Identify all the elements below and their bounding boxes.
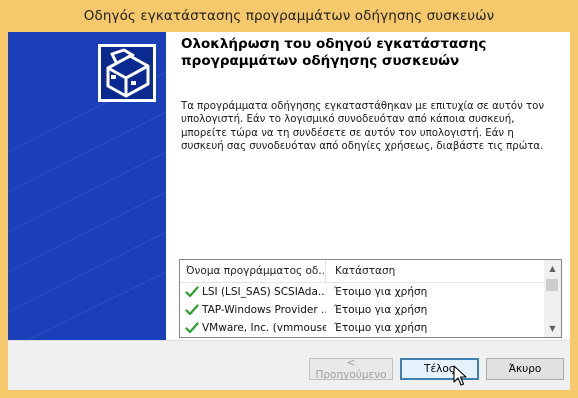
finish-button[interactable]: Τέλος [400, 358, 479, 380]
driver-name: TAP-Windows Provider ... [202, 304, 326, 316]
mouse-cursor-icon [453, 365, 467, 386]
column-header-driver-name[interactable]: Όνομα προγράμματος οδ... [180, 260, 326, 282]
driver-status: Έτοιμο για χρήση [334, 322, 428, 334]
driver-name: VMware, Inc. (vmmouse)... [202, 322, 326, 334]
driver-list[interactable]: Όνομα προγράμματος οδ... Κατάσταση LSI (… [179, 259, 562, 338]
column-header-status[interactable]: Κατάσταση [326, 260, 395, 282]
driver-status: Έτοιμο για χρήση [334, 286, 428, 298]
list-header: Όνομα προγράμματος οδ... Κατάσταση [180, 260, 544, 283]
scroll-down-arrow-icon[interactable]: ▼ [544, 320, 561, 337]
list-item[interactable]: TAP-Windows Provider ... Έτοιμο για χρήσ… [180, 301, 544, 319]
page-heading: Ολοκλήρωση του οδηγού εγκατάστασης προγρ… [181, 36, 487, 69]
driver-name: LSI (LSI_SAS) SCSIAda... [202, 286, 326, 298]
vertical-scrollbar[interactable]: ▲ ▼ [544, 260, 561, 337]
driver-status: Έτοιμο για χρήση [334, 304, 428, 316]
scrollbar-thumb[interactable] [546, 279, 558, 291]
list-item[interactable]: VMware, Inc. (vmmouse)... Έτοιμο για χρή… [180, 319, 544, 337]
dialog-client-area: Ολοκλήρωση του οδηγού εγκατάστασης προγρ… [8, 32, 570, 390]
green-check-icon [185, 286, 199, 298]
installer-window: Οδηγός εγκατάστασης προγραμμάτων οδήγηση… [0, 0, 578, 398]
content-panel: Ολοκλήρωση του οδηγού εγκατάστασης προγρ… [8, 32, 570, 340]
driver-box-illustration-icon [8, 44, 166, 340]
cancel-button[interactable]: Άκυρο [486, 358, 564, 380]
title-bar[interactable]: Οδηγός εγκατάστασης προγραμμάτων οδήγηση… [0, 0, 578, 32]
scroll-up-arrow-icon[interactable]: ▲ [544, 260, 561, 277]
divider [8, 340, 570, 341]
list-item[interactable]: LSI (LSI_SAS) SCSIAda... Έτοιμο για χρήσ… [180, 283, 544, 301]
window-title: Οδηγός εγκατάστασης προγραμμάτων οδήγηση… [83, 8, 495, 24]
page-description: Τα προγράμματα οδήγησης εγκαταστάθηκαν μ… [181, 101, 545, 153]
green-check-icon [185, 322, 199, 334]
green-check-icon [185, 304, 199, 316]
side-panel [8, 32, 166, 340]
back-button[interactable]: < Προηγούμενο [309, 357, 393, 381]
